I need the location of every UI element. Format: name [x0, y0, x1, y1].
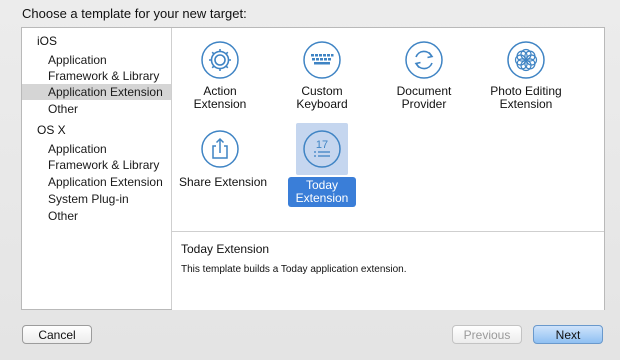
sidebar-item-osx-application[interactable]: Application [22, 141, 171, 157]
template-grid: Action Extension Custom Keyboard Documen… [172, 28, 604, 230]
template-today-extension[interactable]: 17 Today Extension [277, 123, 367, 207]
flower-icon [506, 40, 546, 80]
keyboard-icon [302, 40, 342, 80]
sidebar-item-ios-application[interactable]: Application [22, 52, 171, 68]
sidebar-item-osx-system-plugin[interactable]: System Plug-in [22, 191, 171, 207]
refresh-icon [404, 40, 444, 80]
sidebar-item-osx-framework-library[interactable]: Framework & Library [22, 157, 171, 173]
template-label: Document Provider [396, 84, 452, 111]
sidebar-header-ios: iOS [37, 34, 58, 48]
description-body: This template builds a Today application… [181, 264, 407, 275]
template-share-extension[interactable]: Share Extension [175, 129, 267, 190]
description-title: Today Extension [181, 242, 270, 256]
previous-button[interactable]: Previous [452, 325, 522, 344]
template-custom-keyboard[interactable]: Custom Keyboard [277, 40, 367, 112]
sidebar-item-ios-other[interactable]: Other [22, 101, 171, 117]
gear-icon [200, 40, 240, 80]
template-label: Custom Keyboard [296, 84, 348, 111]
calendar-list-icon: 17 [302, 129, 342, 169]
sidebar-item-ios-application-extension[interactable]: Application Extension [22, 84, 171, 100]
sidebar-item-osx-other[interactable]: Other [22, 208, 171, 224]
cancel-button[interactable]: Cancel [22, 325, 92, 344]
share-icon [200, 129, 240, 169]
template-chooser-panel: iOS Application Framework & Library Appl… [21, 27, 605, 310]
calendar-date-text: 17 [316, 139, 328, 151]
template-photo-editing-extension[interactable]: Photo Editing Extension [481, 40, 571, 112]
template-label: Photo Editing Extension [490, 84, 562, 111]
template-label: Today Extension [287, 177, 357, 207]
dialog-title: Choose a template for your new target: [22, 6, 247, 21]
next-button[interactable]: Next [533, 325, 603, 344]
template-action-extension[interactable]: Action Extension [175, 40, 265, 112]
template-label: Action Extension [193, 84, 247, 111]
platform-sidebar: iOS Application Framework & Library Appl… [22, 28, 172, 309]
sidebar-header-osx: OS X [37, 123, 66, 137]
sidebar-item-ios-framework-library[interactable]: Framework & Library [22, 68, 171, 84]
template-document-provider[interactable]: Document Provider [379, 40, 469, 112]
template-description: Today Extension This template builds a T… [172, 231, 604, 310]
new-target-sheet: Choose a template for your new target: i… [0, 0, 620, 360]
sidebar-item-osx-application-extension[interactable]: Application Extension [22, 174, 171, 190]
template-label: Share Extension [179, 175, 268, 189]
